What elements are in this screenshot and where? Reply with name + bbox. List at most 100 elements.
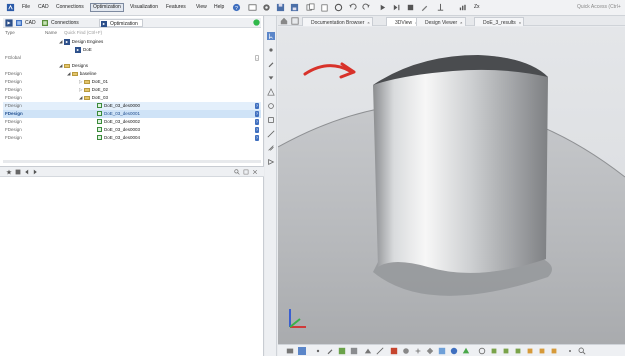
tree-row-baseline[interactable]: FDesign ◢ baseline <box>3 70 261 78</box>
lights-icon[interactable] <box>462 347 470 355</box>
info-button[interactable]: ? <box>255 103 259 109</box>
vector-icon[interactable] <box>438 347 446 355</box>
streamline-icon[interactable] <box>402 347 410 355</box>
step-icon[interactable] <box>392 3 401 12</box>
tab-doe-results[interactable]: DoE_3_results × <box>474 17 525 26</box>
paste-icon[interactable] <box>320 3 329 12</box>
horizontal-scrollbar[interactable] <box>3 160 261 163</box>
transform-icon[interactable] <box>267 116 275 124</box>
back-icon[interactable] <box>24 169 30 175</box>
play-icon[interactable] <box>378 3 387 12</box>
info-button[interactable]: ? <box>255 135 259 141</box>
tree-row-fglobal[interactable]: FGlobal › <box>3 54 261 62</box>
tab-connections[interactable]: Connections <box>41 19 79 27</box>
rotate-icon[interactable] <box>267 102 275 110</box>
mesh-icon[interactable] <box>267 88 275 96</box>
3d-viewport[interactable] <box>278 27 625 344</box>
star-icon[interactable] <box>6 169 12 175</box>
tree-row-des0002[interactable]: FDesign DoE_03_des0002 ? <box>3 118 261 126</box>
layout-icon[interactable] <box>291 17 299 25</box>
info-button[interactable]: ? <box>255 111 259 117</box>
stop-icon[interactable] <box>406 3 415 12</box>
pointer-icon[interactable] <box>267 46 275 54</box>
tab-documentation-browser[interactable]: Documentation Browser × <box>302 17 373 26</box>
axis-icon[interactable] <box>436 3 445 12</box>
close-icon[interactable]: × <box>460 20 462 25</box>
tree-row-des0000[interactable]: FDesign DoE_03_des0000 ? <box>3 102 261 110</box>
search-icon[interactable] <box>234 169 240 175</box>
view-right-icon[interactable] <box>526 347 534 355</box>
redo-icon[interactable] <box>362 3 371 12</box>
measure-icon[interactable] <box>267 130 275 138</box>
forward-icon[interactable] <box>32 169 38 175</box>
grid-icon[interactable] <box>15 169 21 175</box>
tree-row-designs[interactable]: ◢ Designs <box>3 62 261 70</box>
tree-row-doe03[interactable]: FDesign ◢ DoE_03 <box>3 94 261 102</box>
help-icon[interactable]: ? <box>232 3 241 12</box>
tree-row-design-engines[interactable]: ◢ Design Engines <box>3 38 261 46</box>
fit-view-icon[interactable] <box>450 347 458 355</box>
quick-access-input[interactable]: Quick Access (Ctrl+ <box>577 4 621 10</box>
cursor-icon[interactable] <box>267 32 275 40</box>
section-icon[interactable] <box>338 347 346 355</box>
tree-row-doe01[interactable]: FDesign ▷ DoE_01 <box>3 78 261 86</box>
tab-optimization[interactable]: Optimization <box>99 19 143 27</box>
expand-arrow-icon[interactable]: › <box>255 55 259 61</box>
tree-row-doe02[interactable]: FDesign ▷ DoE_02 <box>3 86 261 94</box>
tree-row-des0001[interactable]: FDesign DoE_03_des0001 ? <box>3 110 261 118</box>
mesh-view-icon[interactable] <box>350 347 358 355</box>
pencil-icon[interactable] <box>267 60 275 68</box>
view-back-icon[interactable] <box>502 347 510 355</box>
menu-view[interactable]: View <box>196 4 207 10</box>
menu-features[interactable]: Features <box>166 4 186 10</box>
menu-connections[interactable]: Connections <box>56 4 84 10</box>
clip-icon[interactable] <box>267 144 275 152</box>
tree-row-des0004[interactable]: FDesign DoE_03_des0004 ? <box>3 134 261 142</box>
view-top-icon[interactable] <box>538 347 546 355</box>
color-map-icon[interactable] <box>390 347 398 355</box>
dot-icon[interactable] <box>314 347 322 355</box>
view-front-icon[interactable] <box>490 347 498 355</box>
save-as-icon[interactable] <box>290 3 299 12</box>
quick-find-input[interactable]: Quick Find (Ctrl+F) <box>64 30 102 35</box>
pen-icon[interactable] <box>326 347 334 355</box>
home-icon[interactable] <box>280 17 288 25</box>
gear-icon[interactable] <box>262 3 271 12</box>
compass-icon[interactable] <box>478 347 486 355</box>
tree-row-des0003[interactable]: FDesign DoE_03_des0003 ? <box>3 126 261 134</box>
close-icon[interactable]: × <box>367 20 369 25</box>
view-left-icon[interactable] <box>514 347 522 355</box>
menu-visualization[interactable]: Visualization <box>130 4 158 10</box>
tab-cad[interactable]: CAD <box>15 19 36 27</box>
copy-icon[interactable] <box>306 3 315 12</box>
save-icon[interactable] <box>276 3 285 12</box>
camera-icon[interactable] <box>286 347 294 355</box>
arrow-down-icon[interactable] <box>267 74 275 82</box>
zoom-icon[interactable] <box>578 347 586 355</box>
info-button[interactable]: ? <box>255 127 259 133</box>
ruler-icon[interactable] <box>376 347 384 355</box>
tab-design-viewer[interactable]: Design Viewer × <box>416 17 466 26</box>
export-icon[interactable] <box>267 158 275 166</box>
close-icon[interactable]: × <box>519 20 521 25</box>
view-icon[interactable] <box>298 347 306 355</box>
close-icon[interactable] <box>252 169 258 175</box>
menu-cad[interactable]: CAD <box>38 4 49 10</box>
menu-optimization[interactable]: Optimization <box>90 3 124 12</box>
settings-icon[interactable] <box>334 3 343 12</box>
restore-icon[interactable] <box>243 169 249 175</box>
iso-icon[interactable] <box>426 347 434 355</box>
info-button[interactable]: ? <box>255 119 259 125</box>
menu-help[interactable]: Help <box>214 4 224 10</box>
more-icon[interactable] <box>566 347 574 355</box>
window-icon[interactable] <box>248 3 257 12</box>
flow-icon[interactable] <box>5 19 13 27</box>
view-bottom-icon[interactable] <box>550 347 558 355</box>
chart-icon[interactable] <box>458 3 467 12</box>
undo-icon[interactable] <box>348 3 357 12</box>
probe-icon[interactable] <box>414 347 422 355</box>
surface-icon[interactable] <box>364 347 372 355</box>
tree-row-doe[interactable]: DoE <box>3 46 261 54</box>
edit-icon[interactable] <box>420 3 429 12</box>
menu-file[interactable]: File <box>22 4 30 10</box>
